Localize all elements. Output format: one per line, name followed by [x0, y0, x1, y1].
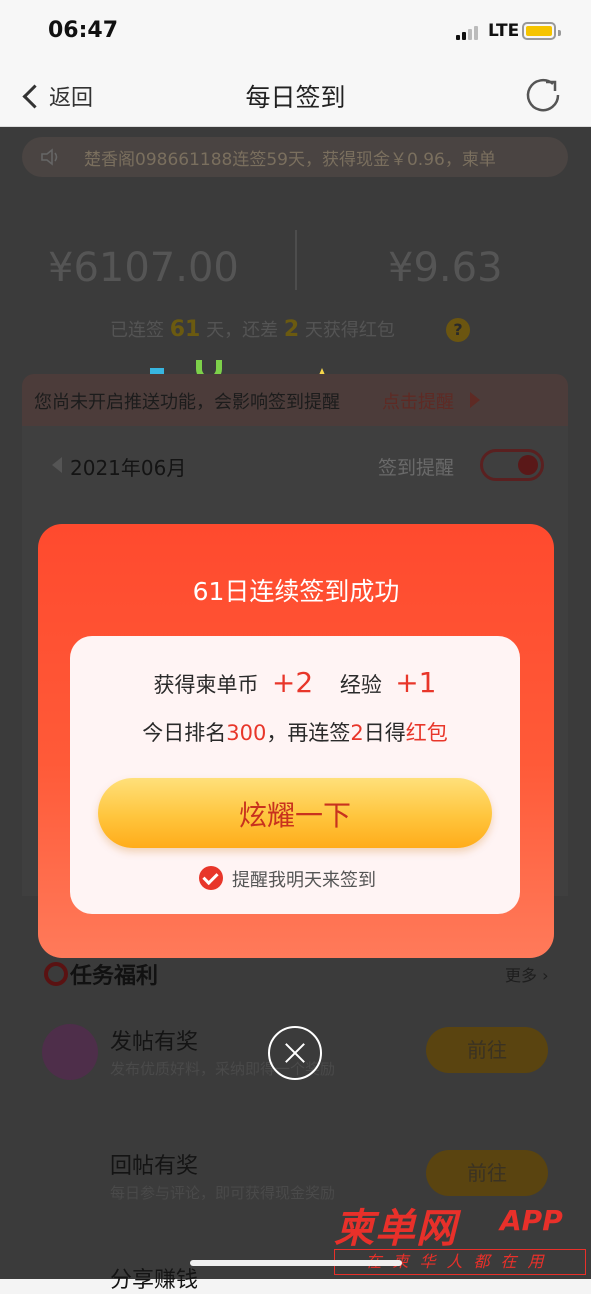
task-name: 发帖有奖	[110, 1030, 199, 1055]
signal-icon	[456, 24, 484, 40]
remind-checkbox[interactable]	[199, 866, 223, 890]
task-desc: 每日参与评论，即可获得现金奖励	[110, 1184, 336, 1202]
marquee-text: 楚香阁098661188连签59天，获得现金￥0.96，柬单	[84, 150, 496, 170]
remind-toggle[interactable]	[480, 449, 544, 481]
stat-left-value: ¥6107.00	[48, 245, 239, 291]
remind-toggle-label: 签到提醒	[378, 457, 455, 479]
tasks-title: 任务福利	[70, 964, 159, 989]
push-enable-link[interactable]: 点击提醒	[382, 388, 454, 414]
page-title: 每日签到	[245, 83, 346, 112]
rank-line: 今日排名300，再连签2日得红包	[142, 721, 448, 745]
caret-right-icon	[470, 392, 480, 408]
stat-right-value: ¥9.63	[388, 245, 503, 291]
task-name: 回帖有奖	[110, 1154, 199, 1179]
share-button-label[interactable]: 炫耀一下	[98, 794, 492, 834]
stat-divider	[295, 230, 297, 290]
status-time: 06:47	[48, 18, 119, 43]
streak-text: 已连签 61 天，还差 2 天获得红包	[110, 317, 395, 342]
task-go-button[interactable]: 前往	[426, 1027, 548, 1073]
close-icon[interactable]	[268, 1026, 322, 1080]
calendar-month: 2021年06月	[70, 456, 187, 480]
task-name: 分享赚钱	[110, 1268, 199, 1293]
watermark-logo: 柬单网	[334, 1206, 457, 1252]
section-ring-icon	[44, 962, 68, 986]
refresh-icon[interactable]	[522, 74, 564, 116]
push-notice-text: 您尚未开启推送功能，会影响签到提醒	[34, 392, 340, 413]
battery-icon	[522, 22, 561, 40]
remind-checkbox-label[interactable]: 提醒我明天来签到	[232, 866, 376, 892]
network-label: LTE	[488, 21, 520, 41]
prev-month-icon[interactable]	[52, 457, 62, 473]
announcement-marquee: 楚香阁098661188连签59天，获得现金￥0.96，柬单	[22, 137, 568, 177]
help-icon[interactable]: ?	[446, 318, 470, 342]
task-icon-post	[42, 1024, 98, 1080]
more-link[interactable]: 更多 ›	[505, 962, 549, 986]
popup-title: 61日连续签到成功	[192, 577, 400, 606]
home-indicator[interactable]	[190, 1260, 402, 1266]
task-go-button[interactable]: 前往	[426, 1150, 548, 1196]
speaker-icon	[41, 148, 58, 166]
watermark-app: APP	[500, 1204, 563, 1237]
reward-line: 获得柬单币 +2 经验 +1	[153, 666, 437, 699]
